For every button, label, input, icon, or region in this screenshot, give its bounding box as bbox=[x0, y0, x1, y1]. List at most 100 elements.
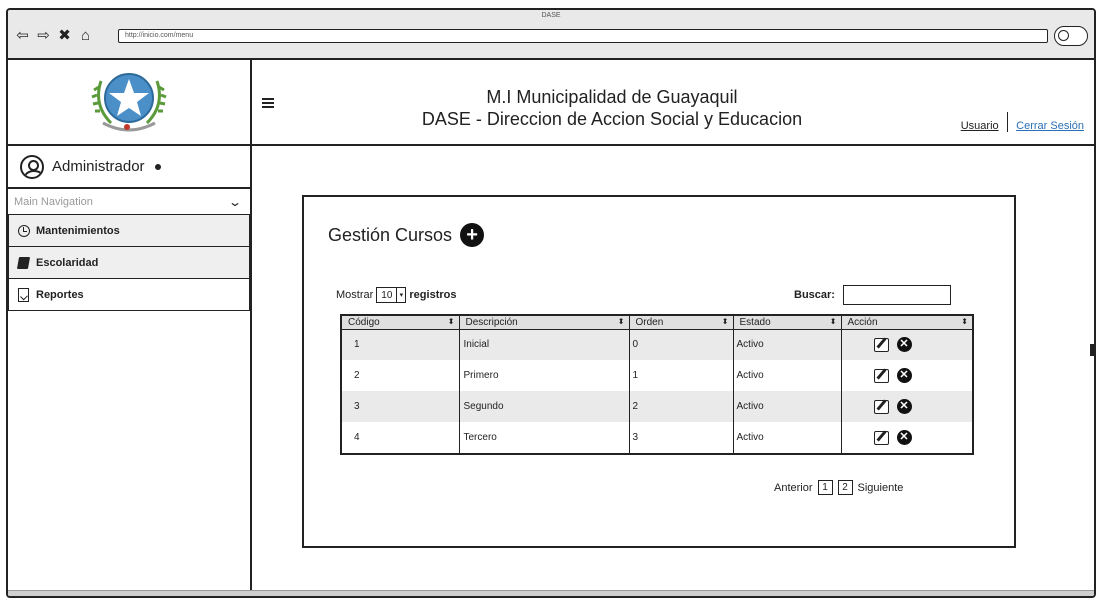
horizontal-scrollbar[interactable] bbox=[8, 590, 1094, 596]
search-control: Buscar: bbox=[794, 285, 951, 305]
table-row: 3 Segundo 2 Activo ✕ bbox=[341, 391, 973, 422]
edit-icon[interactable] bbox=[873, 399, 889, 414]
hamburger-menu-icon[interactable] bbox=[262, 98, 274, 108]
cell-orden: 0 bbox=[628, 329, 733, 360]
book-icon bbox=[16, 256, 31, 269]
delete-icon[interactable]: ✕ bbox=[896, 430, 912, 445]
url-bar[interactable]: http://inicio.com/menu bbox=[118, 29, 1048, 43]
show-suffix: registros bbox=[409, 289, 457, 301]
cell-descripcion: Inicial bbox=[458, 329, 629, 360]
sidebar-item-reportes[interactable]: Reportes bbox=[8, 279, 250, 311]
edit-icon[interactable] bbox=[873, 368, 889, 383]
panel-title-text: Gestión Cursos bbox=[328, 224, 453, 245]
sidebar-item-label: Mantenimientos bbox=[36, 224, 120, 237]
column-header-codigo[interactable]: Código ⬍ bbox=[341, 315, 459, 330]
home-icon[interactable]: ⌂ bbox=[77, 27, 94, 44]
column-header-descripcion[interactable]: Descripción ⬍ bbox=[458, 315, 629, 330]
cursos-table: Código ⬍ Descripción ⬍ Orden ⬍ Estado ⬍ Acci… bbox=[340, 314, 974, 455]
cell-estado: Activo bbox=[732, 422, 841, 454]
header-links: Usuario Cerrar Sesión bbox=[961, 112, 1084, 132]
cell-orden: 1 bbox=[628, 360, 733, 391]
sidebar-item-mantenimientos[interactable]: Mantenimientos bbox=[8, 215, 250, 247]
add-course-button[interactable]: + bbox=[460, 223, 485, 247]
user-name: Administrador bbox=[52, 158, 145, 175]
page-header: M.I Municipalidad de Guayaquil DASE - Di… bbox=[252, 60, 1094, 146]
cell-estado: Activo bbox=[732, 391, 841, 422]
cell-descripcion: Segundo bbox=[458, 391, 629, 422]
window-title: DASE bbox=[541, 12, 561, 19]
cell-descripcion: Primero bbox=[458, 360, 629, 391]
browser-chrome: DASE ⇦ ⇨ ✖ ⌂ http://inicio.com/menu bbox=[8, 10, 1094, 60]
chevron-down-icon: ⌄ bbox=[227, 194, 243, 209]
pagination-page-2[interactable]: 2 bbox=[837, 480, 853, 495]
page-title: M.I Municipalidad de Guayaquil DASE - Di… bbox=[332, 86, 892, 130]
sort-icon: ⬍ bbox=[961, 317, 968, 326]
cell-codigo: 1 bbox=[341, 329, 459, 360]
logo-area bbox=[8, 60, 250, 146]
cell-estado: Activo bbox=[732, 360, 841, 391]
back-arrow-icon[interactable]: ⇦ bbox=[14, 27, 31, 44]
cell-estado: Activo bbox=[732, 329, 841, 360]
cell-accion: ✕ bbox=[840, 360, 973, 391]
delete-icon[interactable]: ✕ bbox=[896, 337, 912, 353]
cell-orden: 3 bbox=[628, 422, 733, 454]
municipality-logo bbox=[91, 73, 167, 132]
forward-arrow-icon[interactable]: ⇨ bbox=[35, 27, 52, 44]
column-header-accion[interactable]: Acción ⬍ bbox=[840, 315, 973, 330]
page-length-control: Mostrar 10 ▾ registros bbox=[336, 287, 456, 303]
cell-accion: ✕ bbox=[840, 422, 973, 454]
sidebar-item-label: Reportes bbox=[36, 288, 84, 301]
delete-icon[interactable]: ✕ bbox=[896, 399, 912, 414]
user-link[interactable]: Usuario bbox=[961, 120, 999, 132]
column-header-orden[interactable]: Orden ⬍ bbox=[628, 315, 733, 330]
cell-accion: ✕ bbox=[840, 329, 973, 360]
logout-link[interactable]: Cerrar Sesión bbox=[1016, 120, 1084, 132]
edit-icon[interactable] bbox=[873, 430, 889, 445]
online-status-icon bbox=[154, 163, 161, 170]
table-row: 1 Inicial 0 Activo ✕ bbox=[341, 329, 973, 360]
sort-icon: ⬍ bbox=[721, 317, 729, 326]
search-input[interactable] bbox=[842, 285, 951, 305]
column-header-estado[interactable]: Estado ⬍ bbox=[732, 315, 841, 330]
cell-descripcion: Tercero bbox=[458, 422, 629, 454]
sort-icon: ⬍ bbox=[617, 317, 625, 326]
cell-accion: ✕ bbox=[840, 391, 973, 422]
table-row: 2 Primero 1 Activo ✕ bbox=[341, 360, 973, 391]
sort-icon: ⬍ bbox=[447, 317, 455, 326]
browser-search-icon[interactable] bbox=[1054, 26, 1088, 46]
vertical-scrollbar[interactable] bbox=[1089, 60, 1094, 596]
pagination: Anterior 1 2 Siguiente bbox=[774, 480, 903, 495]
sidebar: Administrador Main Navigation ⌄ Mantenim… bbox=[8, 60, 252, 596]
cell-codigo: 2 bbox=[354, 370, 360, 381]
cell-codigo: 4 bbox=[354, 432, 360, 443]
sidebar-item-escolaridad[interactable]: Escolaridad bbox=[8, 247, 250, 279]
panel-title: Gestión Cursos + bbox=[328, 223, 485, 247]
sort-icon: ⬍ bbox=[829, 317, 837, 326]
cell-orden: 2 bbox=[628, 391, 733, 422]
delete-icon[interactable]: ✕ bbox=[896, 368, 912, 383]
pagination-prev[interactable]: Anterior bbox=[774, 482, 813, 494]
user-panel: Administrador bbox=[8, 146, 250, 189]
page-length-select[interactable]: 10 ▾ bbox=[376, 287, 407, 303]
user-avatar-icon bbox=[20, 154, 44, 179]
search-label: Buscar: bbox=[794, 289, 835, 301]
scrollbar-thumb[interactable] bbox=[1090, 344, 1094, 356]
browser-nav-buttons: ⇦ ⇨ ✖ ⌂ bbox=[14, 27, 94, 44]
main-navigation-toggle[interactable]: Main Navigation ⌄ bbox=[8, 189, 250, 215]
main-navigation-label: Main Navigation bbox=[14, 195, 93, 208]
document-icon bbox=[17, 287, 30, 302]
close-icon[interactable]: ✖ bbox=[56, 27, 73, 44]
pagination-next[interactable]: Siguiente bbox=[858, 482, 904, 494]
show-prefix: Mostrar bbox=[336, 289, 374, 301]
table-header-row: Código ⬍ Descripción ⬍ Orden ⬍ Estado ⬍ Acci… bbox=[341, 315, 973, 330]
page-length-value: 10 bbox=[381, 289, 393, 301]
sidebar-item-label: Escolaridad bbox=[36, 256, 99, 269]
title-line-1: M.I Municipalidad de Guayaquil bbox=[486, 87, 738, 107]
cell-codigo: 3 bbox=[341, 391, 459, 422]
cursos-panel: Gestión Cursos + Mostrar 10 ▾ registros … bbox=[302, 195, 1016, 548]
clock-icon bbox=[17, 224, 30, 237]
link-separator bbox=[1006, 112, 1009, 132]
pagination-page-1[interactable]: 1 bbox=[817, 480, 833, 495]
title-line-2: DASE - Direccion de Accion Social y Educ… bbox=[421, 109, 803, 129]
edit-icon[interactable] bbox=[873, 337, 889, 352]
